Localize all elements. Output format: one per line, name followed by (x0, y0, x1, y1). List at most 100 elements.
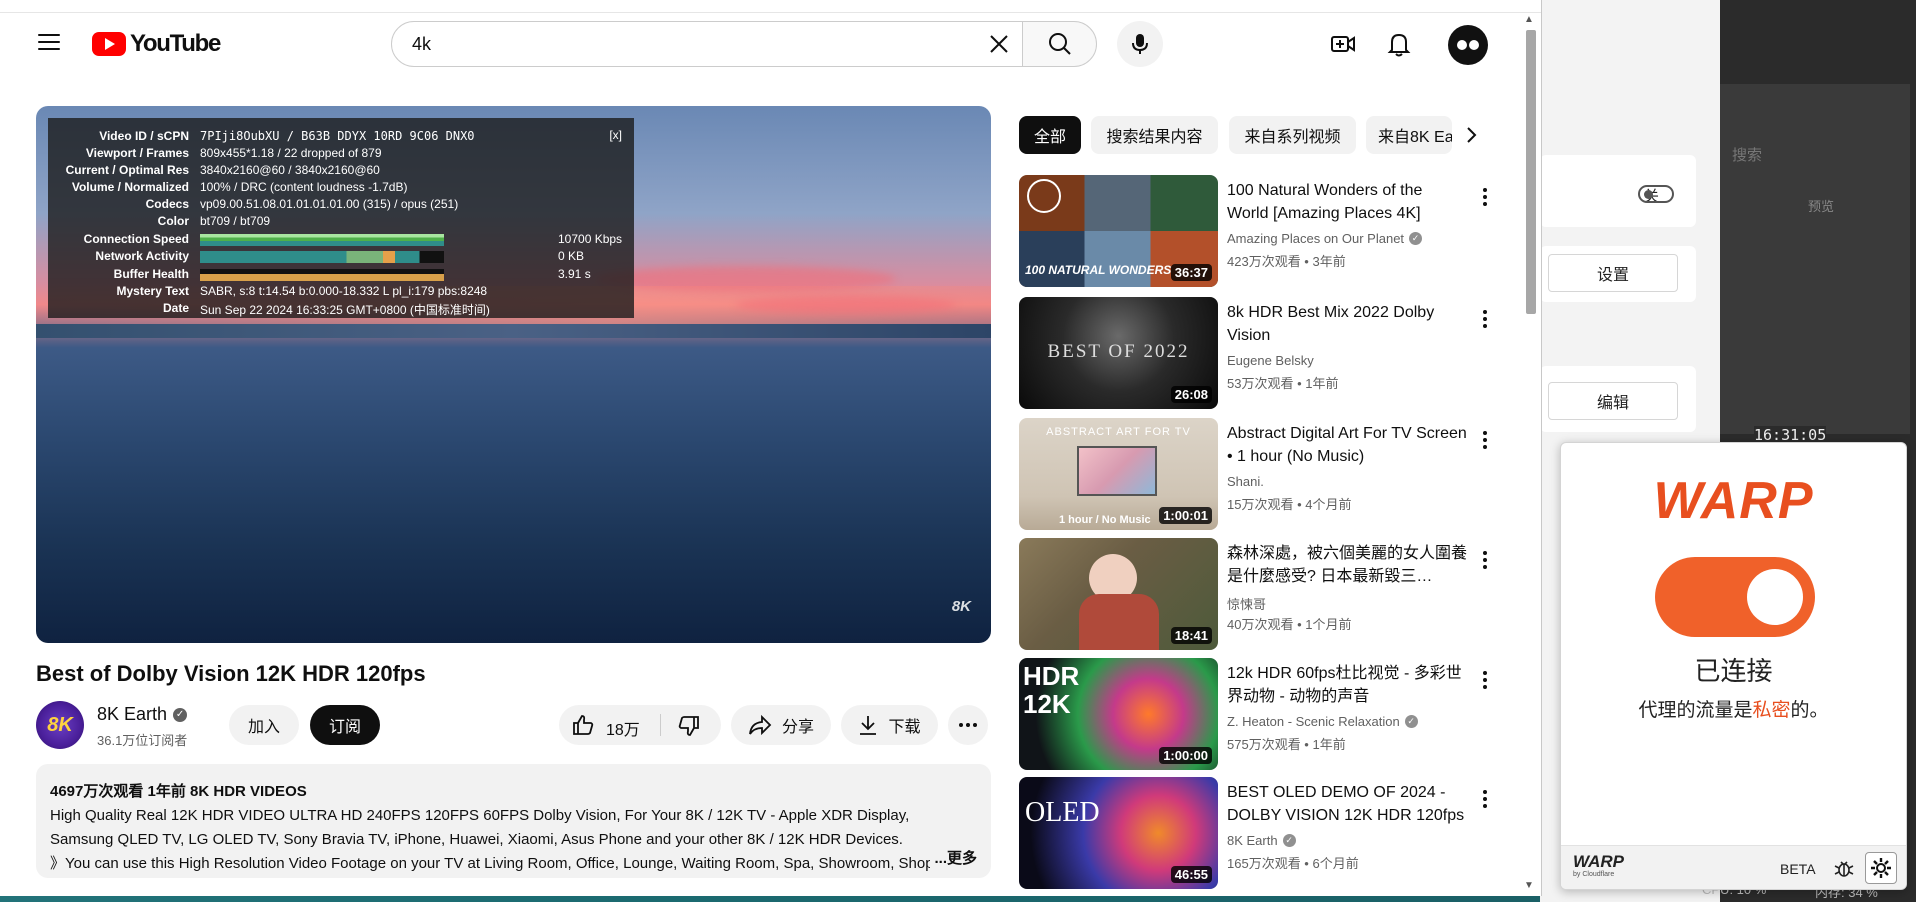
chips-next-button[interactable] (1452, 116, 1490, 154)
chip-search-results[interactable]: 搜索结果内容 (1091, 116, 1218, 154)
list-item[interactable]: HDR 12K 1:00:00 12k HDR 60fps杜比视觉 - 多彩世界… (1019, 658, 1499, 770)
thumb-caption: ABSTRACT ART FOR TV (1046, 426, 1191, 438)
rec-title[interactable]: 12k HDR 60fps杜比视觉 - 多彩世界动物 - 动物的声音 (1227, 662, 1467, 708)
rec-title[interactable]: 100 Natural Wonders of the World [Amazin… (1227, 179, 1467, 225)
subscriber-count: 36.1万位订阅者 (97, 733, 188, 748)
menu-icon[interactable] (38, 34, 60, 50)
video-thumbnail[interactable]: HDR 12K 1:00:00 (1019, 658, 1218, 770)
edit-button[interactable]: 编辑 (1548, 382, 1678, 420)
thumb-caption-2: 1 hour / No Music (1059, 514, 1151, 526)
scroll-down-arrow-icon[interactable]: ▼ (1524, 880, 1534, 891)
download-label: 下载 (888, 719, 921, 736)
account-avatar[interactable] (1448, 25, 1488, 65)
more-vertical-icon[interactable] (1475, 668, 1495, 692)
channel-name[interactable]: 8K Earth ✓ (97, 704, 188, 725)
rec-title[interactable]: Abstract Digital Art For TV Screen • 1 h… (1227, 422, 1467, 468)
thumbs-up-icon (573, 715, 594, 735)
stats-label: Connection Speed (83, 232, 189, 246)
duration-badge: 26:08 (1170, 386, 1212, 403)
bug-report-icon[interactable] (1833, 857, 1855, 884)
more-vertical-icon[interactable] (1475, 548, 1495, 572)
stats-label: Current / Optimal Res (65, 163, 189, 177)
video-thumbnail[interactable]: 100 NATURAL WONDERS 36:37 (1019, 175, 1218, 287)
rec-channel-name[interactable]: Amazing Places on Our Planet (1227, 231, 1404, 246)
download-button[interactable]: 下载 (841, 705, 938, 745)
settings-button[interactable]: 设置 (1548, 254, 1678, 292)
subtitle-highlight: 私密 (1752, 700, 1791, 721)
rec-meta: 575万次观看 • 1年前 (1227, 737, 1346, 752)
list-item[interactable]: BEST OF 2022 26:08 8k HDR Best Mix 2022 … (1019, 297, 1499, 409)
video-thumbnail[interactable]: ABSTRACT ART FOR TV 1 hour / No Music 1:… (1019, 418, 1218, 530)
video-player[interactable]: [x] Video ID / sCPN 7PIji8OubXU / B63B DD… (36, 106, 991, 643)
rec-title[interactable]: BEST OLED DEMO OF 2024 - DOLBY VISION 12… (1227, 781, 1467, 827)
list-item[interactable]: ABSTRACT ART FOR TV 1 hour / No Music 1:… (1019, 418, 1499, 530)
subscribe-button[interactable]: 订阅 (310, 705, 380, 745)
list-item[interactable]: 18:41 森林深處，被六個美麗的女人圍養是什麼感受? 日本最新毀三… 惊悚哥 … (1019, 538, 1499, 650)
settings-gear-icon[interactable] (1865, 852, 1897, 884)
scrollbar-thumb[interactable] (1526, 30, 1536, 314)
rec-title[interactable]: 8k HDR Best Mix 2022 Dolby Vision (1227, 301, 1467, 347)
view-count-and-date: 4697万次观看 1年前 8K HDR VIDEOS (50, 783, 307, 800)
scroll-up-arrow-icon[interactable]: ▲ (1524, 14, 1534, 25)
stats-value: 0 KB (558, 249, 585, 263)
chip-from-channel[interactable]: 来自8K Earth (1366, 116, 1452, 154)
settings-panel: 设置 (1540, 246, 1696, 302)
dislike-button[interactable] (677, 714, 701, 743)
channel-watermark[interactable]: 8K (952, 598, 971, 615)
more-vertical-icon[interactable] (1475, 307, 1495, 331)
channel-avatar[interactable]: 8K (36, 701, 84, 749)
search-box (391, 21, 1023, 67)
edit-panel: 编辑 (1540, 366, 1696, 432)
list-item[interactable]: OLED 46:55 BEST OLED DEMO OF 2024 - DOLB… (1019, 777, 1499, 889)
voice-search-button[interactable] (1117, 21, 1163, 67)
search-button[interactable] (1022, 21, 1097, 67)
rec-channel-name[interactable]: Shani. (1227, 474, 1264, 489)
stats-label: Viewport / Frames (85, 146, 189, 160)
globe-icon (1027, 179, 1061, 213)
video-thumbnail[interactable]: BEST OF 2022 26:08 (1019, 297, 1218, 409)
like-count: 18万 (606, 722, 640, 739)
rec-title[interactable]: 森林深處，被六個美麗的女人圍養是什麼感受? 日本最新毀三… (1227, 542, 1467, 588)
more-vertical-icon[interactable] (1475, 185, 1495, 209)
video-thumbnail[interactable]: OLED 46:55 (1019, 777, 1218, 889)
create-video-icon[interactable] (1329, 30, 1357, 58)
share-button[interactable]: 分享 (731, 705, 831, 745)
thumb-caption: HDR 12K (1023, 661, 1080, 719)
chip-all[interactable]: 全部 (1019, 116, 1081, 154)
rec-meta: 165万次观看 • 6个月前 (1227, 856, 1359, 871)
warp-connection-toggle[interactable] (1655, 557, 1815, 637)
more-vertical-icon[interactable] (1475, 787, 1495, 811)
thumb-caption: OLED (1025, 797, 1100, 828)
duration-badge: 18:41 (1170, 627, 1212, 644)
description-box[interactable]: 4697万次观看 1年前 8K HDR VIDEOS High Quality … (36, 764, 991, 878)
show-more-link[interactable]: ...更多 (930, 847, 977, 868)
clear-search-icon[interactable] (986, 31, 1012, 57)
buffer-health-graph (200, 269, 444, 281)
stats-value: SABR, s:8 t:14.54 b:0.000-18.332 L pl_i:… (200, 284, 488, 298)
distant-islands (36, 324, 991, 338)
more-vertical-icon[interactable] (1475, 428, 1495, 452)
verified-check-icon: ✓ (1282, 834, 1296, 847)
rec-channel-name[interactable]: Z. Heaton - Scenic Relaxation (1227, 714, 1400, 729)
description-line: High Quality Real 12K HDR VIDEO ULTRA HD… (50, 807, 910, 824)
join-button[interactable]: 加入 (229, 705, 299, 745)
channel-name-text: 8K Earth (97, 704, 168, 724)
rec-channel-name[interactable]: 惊悚哥 (1227, 594, 1266, 613)
rec-channel-name[interactable]: Eugene Belsky (1227, 353, 1314, 368)
video-thumbnail[interactable]: 18:41 (1019, 538, 1218, 650)
person-clothing (1079, 594, 1159, 650)
chip-from-series[interactable]: 来自系列视频 (1229, 116, 1356, 154)
notifications-bell-icon[interactable] (1385, 30, 1413, 58)
rec-meta: 53万次观看 • 1年前 (1227, 376, 1339, 391)
rec-channel-name[interactable]: 8K Earth (1227, 833, 1278, 848)
like-button[interactable] (571, 713, 595, 742)
youtube-logo[interactable]: YouTube (92, 30, 221, 58)
search-input[interactable] (410, 32, 974, 56)
stats-value: 809x455*1.18 / 22 dropped of 879 (200, 146, 382, 160)
microphone-icon (1132, 34, 1148, 54)
more-actions-button[interactable] (948, 705, 988, 745)
thumb-caption: 100 NATURAL WONDERS (1025, 263, 1172, 277)
list-item[interactable]: 100 NATURAL WONDERS 36:37 100 Natural Wo… (1019, 175, 1499, 287)
duration-badge: 36:37 (1170, 264, 1212, 281)
off-toggle[interactable] (1638, 185, 1674, 203)
